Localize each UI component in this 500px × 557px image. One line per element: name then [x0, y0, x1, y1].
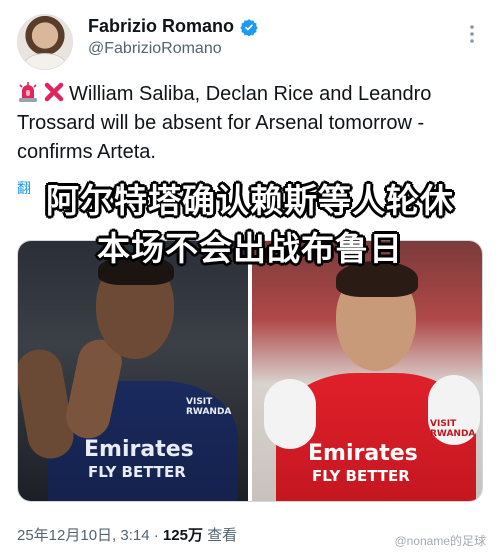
verified-badge-icon — [240, 18, 258, 36]
tweet-text: William Saliba, Declan Rice and Leandro … — [17, 80, 487, 167]
author-name-row: Fabrizio Romano — [88, 16, 258, 37]
avatar-shoulders — [24, 53, 66, 69]
cross-icon — [44, 82, 64, 102]
more-options-icon[interactable] — [470, 24, 474, 44]
right-sponsor: Emirates — [308, 441, 418, 466]
overlay-caption-line2: 本场不会出战布鲁日 — [97, 229, 403, 268]
views-label: 查看 — [207, 527, 238, 544]
left-sponsor-tagline: FLY BETTER — [88, 463, 186, 481]
author-handle[interactable]: @FabrizioRomano — [88, 40, 222, 58]
left-sleeve-text: VISIT RWANDA — [186, 397, 232, 417]
left-sponsor: Emirates — [84, 437, 194, 462]
overlay-caption-line1: 阿尔特塔确认赖斯等人轮休 — [46, 181, 454, 220]
photo-rice[interactable]: Emirates FLY BETTER VISIT RWANDA — [252, 241, 482, 501]
tweet-body: William Saliba, Declan Rice and Leandro … — [17, 83, 432, 163]
right-sponsor-tagline: FLY BETTER — [312, 467, 410, 485]
tweet-meta: 25年12月10日, 3:14 · 125万 查看 — [17, 524, 237, 545]
tweet-timestamp[interactable]: 25年12月10日, 3:14 · — [17, 527, 159, 544]
photo-saliba[interactable]: Emirates FLY BETTER VISIT RWANDA — [18, 241, 248, 501]
view-count: 125万 — [162, 527, 203, 544]
tweet-media[interactable]: Emirates FLY BETTER VISIT RWANDA Emirate… — [17, 240, 483, 502]
avatar[interactable] — [17, 14, 73, 70]
right-sleeve-text: VISIT RWANDA — [430, 419, 476, 439]
author-display-name[interactable]: Fabrizio Romano — [88, 16, 234, 37]
siren-icon — [19, 82, 37, 102]
white-sleeve-left — [264, 379, 316, 449]
watermark: @noname的足球 — [394, 534, 486, 548]
